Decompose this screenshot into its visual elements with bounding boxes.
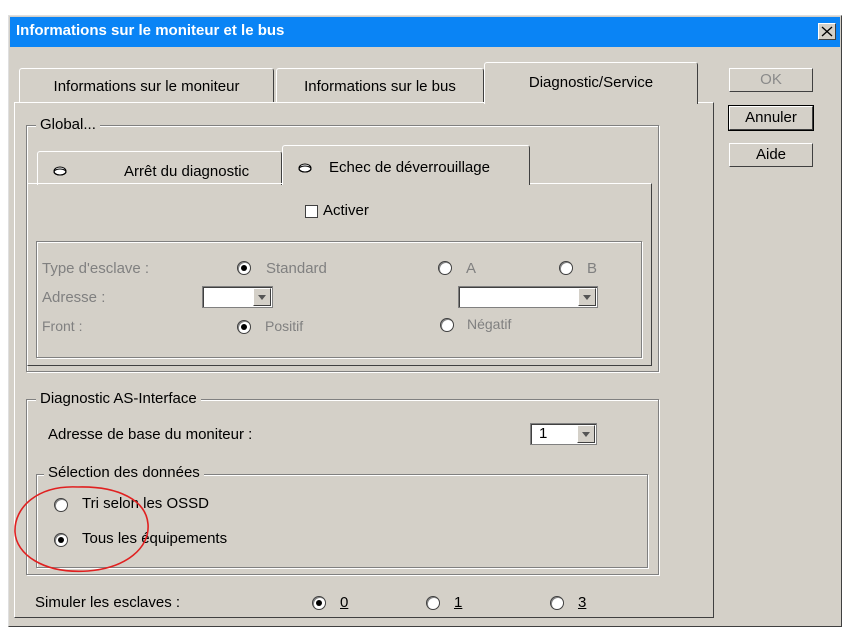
- close-button[interactable]: [818, 23, 836, 40]
- chevron-down-icon[interactable]: [578, 288, 596, 306]
- diagnostic-legend: Diagnostic AS-Interface: [36, 390, 201, 407]
- slave-type-standard-radio[interactable]: [237, 261, 251, 275]
- subtab-stop-diagnostic[interactable]: Arrêt du diagnostic: [37, 151, 282, 185]
- activate-label: Activer: [323, 202, 369, 219]
- base-address-select[interactable]: 1: [530, 423, 597, 445]
- simulate-1-radio[interactable]: [426, 596, 440, 610]
- close-icon: [821, 26, 833, 37]
- edge-positive-radio[interactable]: [237, 320, 251, 334]
- simulate-3-radio[interactable]: [550, 596, 564, 610]
- address-select-1[interactable]: [202, 286, 273, 308]
- cancel-button[interactable]: Annuler: [728, 105, 814, 131]
- simulate-3-label: 3: [578, 594, 587, 611]
- tab-diagnostic-service[interactable]: Diagnostic/Service: [484, 62, 698, 104]
- window-title: Informations sur le moniteur et le bus: [16, 22, 285, 39]
- address-label: Adresse :: [42, 289, 106, 306]
- chevron-down-icon[interactable]: [577, 425, 595, 443]
- base-address-label: Adresse de base du moniteur :: [48, 426, 253, 443]
- subtab-stop-diagnostic-label: Arrêt du diagnostic: [124, 163, 250, 180]
- slave-type-b-label: B: [587, 260, 598, 277]
- edge-negative-label: Négatif: [467, 316, 512, 332]
- slave-type-standard-label: Standard: [266, 260, 327, 277]
- slave-type-a-label: A: [466, 260, 477, 277]
- address-select-2[interactable]: [458, 286, 598, 308]
- simulate-0-radio[interactable]: [312, 596, 326, 610]
- edge-negative-radio[interactable]: [440, 318, 454, 332]
- edge-positive-label: Positif: [265, 318, 304, 334]
- disk-icon: [297, 161, 313, 178]
- data-selection-legend: Sélection des données: [44, 464, 204, 481]
- simulate-0-label: 0: [340, 594, 349, 611]
- simulate-slaves-label: Simuler les esclaves :: [35, 594, 181, 611]
- annotation-circle: [14, 486, 149, 573]
- edge-label: Front :: [42, 318, 83, 334]
- subtab-unlock-failure[interactable]: Echec de déverrouillage: [282, 145, 530, 185]
- help-button[interactable]: Aide: [729, 143, 813, 167]
- slave-type-label: Type d'esclave :: [42, 260, 150, 277]
- simulate-1-label: 1: [454, 594, 463, 611]
- tab-monitor-info[interactable]: Informations sur le moniteur: [19, 68, 274, 102]
- activate-checkbox[interactable]: [305, 205, 318, 218]
- slave-type-b-radio[interactable]: [559, 261, 573, 275]
- chevron-down-icon[interactable]: [253, 288, 271, 306]
- tab-bus-info[interactable]: Informations sur le bus: [276, 68, 484, 102]
- slave-type-a-radio[interactable]: [438, 261, 452, 275]
- disk-icon: [52, 164, 68, 181]
- ok-button[interactable]: OK: [729, 68, 813, 92]
- global-legend: Global...: [36, 116, 100, 133]
- subtab-unlock-failure-label: Echec de déverrouillage: [329, 159, 490, 176]
